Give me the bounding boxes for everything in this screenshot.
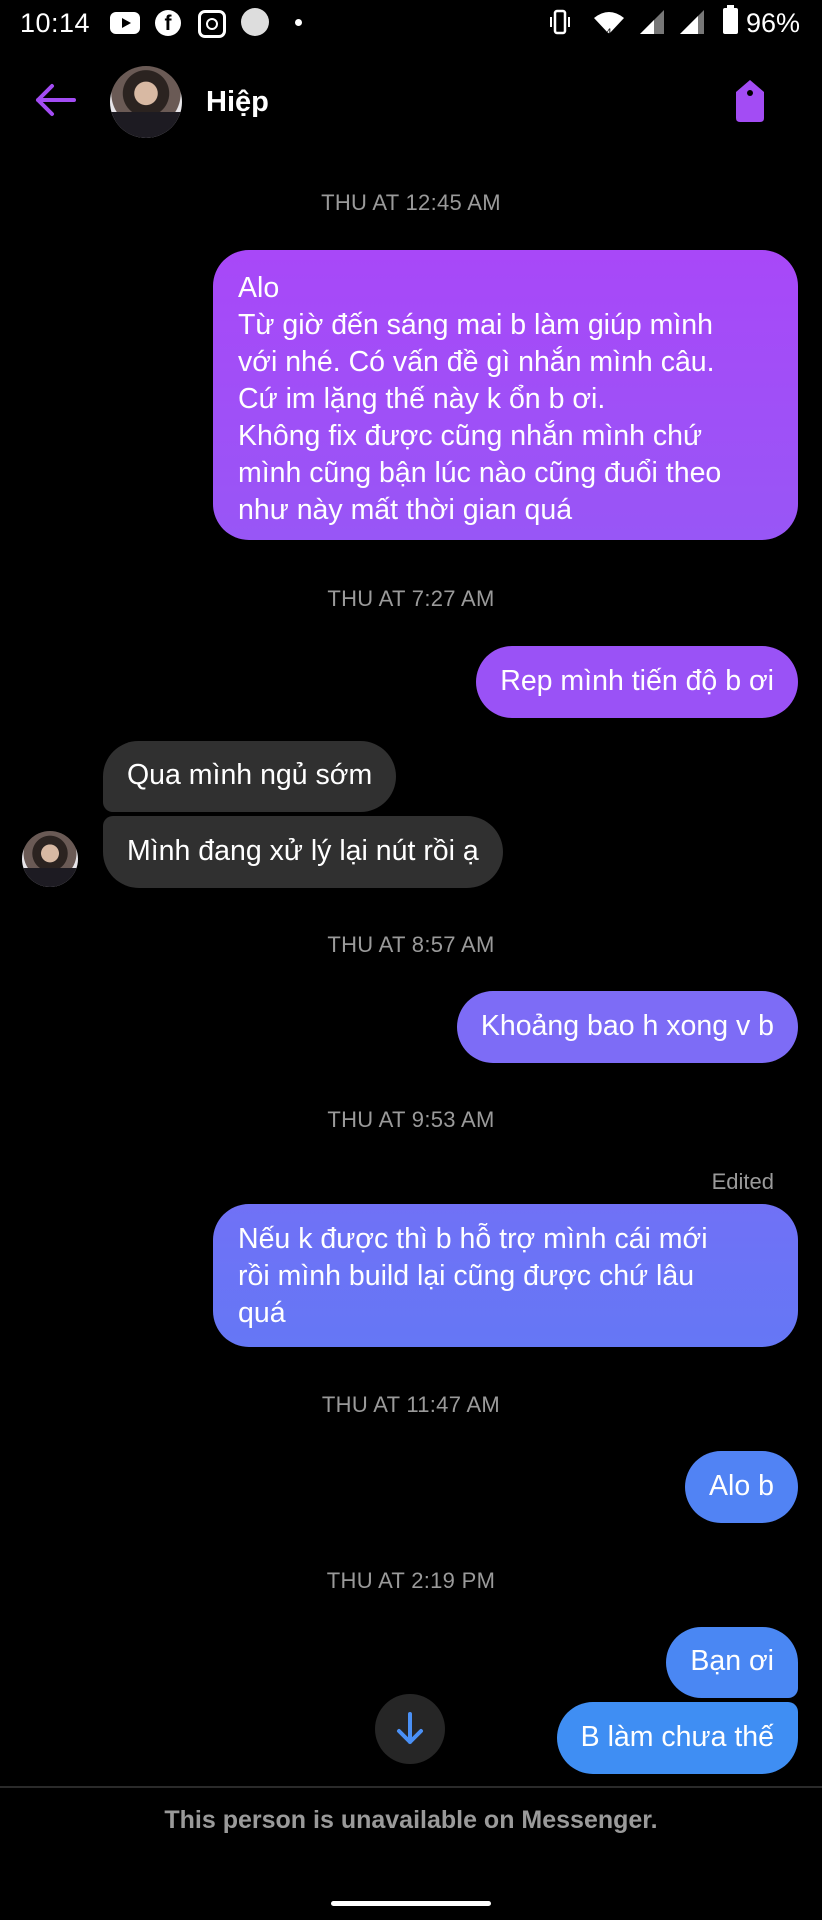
arrow-left-icon[interactable]: [30, 80, 80, 120]
message-text: Khoảng bao h xong v b: [480, 1010, 774, 1042]
conversation-header: Hiệp: [0, 48, 822, 158]
timestamp: THU AT 2:19 PM: [326, 1568, 496, 1593]
timestamp: THU AT 9:53 AM: [327, 1107, 495, 1132]
tag-icon[interactable]: [730, 78, 770, 124]
message-text: Rep mình tiến độ b ơi: [500, 665, 774, 697]
arrow-down-icon: [397, 1712, 423, 1744]
message-bubble-outgoing[interactable]: B làm chưa thế: [556, 1702, 798, 1774]
message-text: với nhé. Có vấn đề gì nhắn mình câu.: [238, 346, 715, 378]
scroll-down-button[interactable]: [375, 1694, 445, 1764]
message-text: Mình đang xử lý lại nút rồi ạ: [127, 835, 479, 867]
status-time: 10:14: [20, 8, 91, 38]
message-text: Không fix được cũng nhắn mình chứ: [238, 420, 703, 452]
message-bubble-incoming[interactable]: Mình đang xử lý lại nút rồi ạ: [103, 816, 503, 888]
instagram-icon: [198, 10, 226, 38]
facebook-icon: f: [155, 10, 181, 36]
battery-percent: 96%: [746, 8, 801, 38]
message-bubble-outgoing[interactable]: Alo Từ giờ đến sáng mai b làm giúp mình …: [213, 250, 798, 540]
timestamp: THU AT 8:57 AM: [327, 932, 495, 957]
avatar[interactable]: [110, 66, 182, 138]
message-text: rồi mình build lại cũng được chứ lâu: [238, 1260, 695, 1292]
message-text: Nếu k được thì b hỗ trợ mình cái mới: [238, 1223, 708, 1255]
message-text: Từ giờ đến sáng mai b làm giúp mình: [238, 309, 713, 341]
edited-label: Edited: [711, 1169, 774, 1194]
message-bubble-outgoing[interactable]: Nếu k được thì b hỗ trợ mình cái mới rồi…: [213, 1204, 798, 1347]
vibrate-icon: [550, 9, 570, 35]
divider: [0, 1786, 822, 1788]
circle-icon: [241, 8, 269, 36]
message-bubble-outgoing[interactable]: Alo b: [685, 1451, 798, 1523]
battery-icon: [723, 5, 738, 34]
message-text: Bạn ơi: [690, 1645, 774, 1677]
svg-text:4: 4: [606, 28, 612, 36]
message-text: mình cũng bận lúc nào cũng đuổi theo: [238, 457, 722, 489]
message-text: Cứ im lặng thế này k ổn b ơi.: [238, 383, 606, 415]
status-bar: 10:14 f 4 96%: [0, 0, 822, 48]
youtube-icon: [110, 12, 140, 34]
dot-icon: [295, 19, 302, 26]
message-text: Alo: [238, 272, 280, 304]
timestamp: THU AT 12:45 AM: [321, 190, 501, 215]
timestamp: THU AT 7:27 AM: [327, 586, 495, 611]
message-text: Alo b: [709, 1470, 774, 1502]
message-text: B làm chưa thế: [580, 1721, 774, 1753]
unavailable-notice: This person is unavailable on Messenger.: [164, 1806, 658, 1834]
message-text: quá: [238, 1297, 286, 1329]
wifi-icon: 4: [594, 12, 624, 36]
message-bubble-outgoing[interactable]: Rep mình tiến độ b ơi: [476, 646, 798, 718]
message-bubble-outgoing[interactable]: Khoảng bao h xong v b: [456, 991, 798, 1063]
message-text: như này mất thời gian quá: [238, 494, 573, 526]
avatar[interactable]: [22, 831, 78, 887]
home-indicator[interactable]: [331, 1901, 491, 1906]
message-text: Qua mình ngủ sớm: [127, 759, 373, 791]
timestamp: THU AT 11:47 AM: [321, 1392, 501, 1417]
message-bubble-incoming[interactable]: Qua mình ngủ sớm: [103, 741, 397, 812]
contact-name[interactable]: Hiệp: [206, 86, 269, 119]
signal-icon: [680, 10, 704, 34]
message-bubble-outgoing[interactable]: Bạn ơi: [666, 1627, 798, 1698]
signal-icon: [640, 10, 664, 34]
